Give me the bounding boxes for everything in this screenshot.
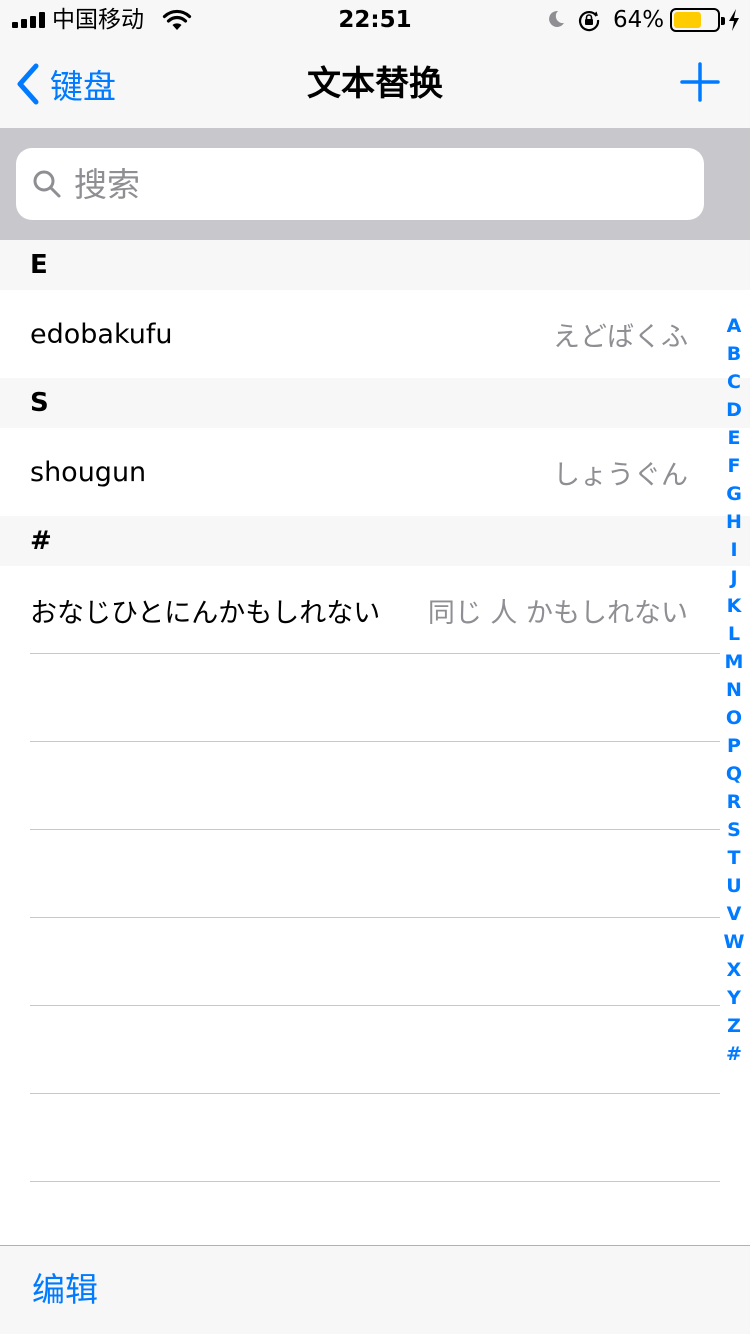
index-letter[interactable]: K <box>718 592 750 620</box>
orientation-lock-icon <box>578 11 600 32</box>
navigation-bar: 键盘 文本替换 <box>0 40 750 128</box>
search-input[interactable] <box>74 164 674 204</box>
index-letter[interactable]: U <box>718 872 750 900</box>
empty-row <box>0 918 750 1006</box>
shortcut-text: 同じ 人 かもしれない <box>427 597 688 629</box>
battery-percent: 64% <box>613 7 665 33</box>
battery-icon <box>670 8 725 32</box>
index-letter[interactable]: O <box>718 704 750 732</box>
index-letter[interactable]: I <box>718 536 750 564</box>
list-item[interactable]: shougun しょうぐん <box>0 428 750 516</box>
index-letter[interactable]: D <box>718 396 750 424</box>
index-letter[interactable]: V <box>718 900 750 928</box>
index-letter[interactable]: Y <box>718 984 750 1012</box>
text-replacement-list: E edobakufu えどばくふ S shougun しょうぐん # おなじひ… <box>0 240 750 1182</box>
index-letter[interactable]: # <box>718 1040 750 1068</box>
index-letter[interactable]: M <box>718 648 750 676</box>
empty-row <box>0 830 750 918</box>
section-header-s: S <box>0 378 750 428</box>
index-letter[interactable]: E <box>718 424 750 452</box>
index-letter[interactable]: B <box>718 340 750 368</box>
empty-row <box>0 1006 750 1094</box>
empty-row <box>0 654 750 742</box>
index-letter[interactable]: Q <box>718 760 750 788</box>
index-letter[interactable]: P <box>718 732 750 760</box>
edit-button[interactable]: 编辑 <box>32 1268 98 1312</box>
index-letter[interactable]: T <box>718 844 750 872</box>
shortcut-text: えどばくふ <box>553 321 688 353</box>
phrase-text: edobakufu <box>30 318 173 350</box>
section-index[interactable]: A B C D E F G H I J K L M N O P Q R S T U V W X Y Z # <box>718 312 750 1068</box>
charging-bolt-icon <box>729 9 739 31</box>
page-title: 文本替换 <box>307 64 443 104</box>
list-item[interactable]: edobakufu えどばくふ <box>0 290 750 378</box>
shortcut-text: しょうぐん <box>553 459 688 491</box>
status-bar: 中国移动 22:51 64% <box>0 0 750 40</box>
phrase-text: おなじひとにんかもしれない <box>30 597 381 629</box>
bottom-toolbar: 编辑 <box>0 1245 750 1334</box>
section-header-hash: # <box>0 516 750 566</box>
index-letter[interactable]: A <box>718 312 750 340</box>
index-letter[interactable]: H <box>718 508 750 536</box>
index-letter[interactable]: R <box>718 788 750 816</box>
index-letter[interactable]: F <box>718 452 750 480</box>
index-letter[interactable]: S <box>718 816 750 844</box>
search-bar[interactable] <box>16 148 704 220</box>
moon-icon <box>549 10 564 27</box>
index-letter[interactable]: L <box>718 620 750 648</box>
index-letter[interactable]: C <box>718 368 750 396</box>
index-letter[interactable]: W <box>718 928 750 956</box>
plus-icon[interactable] <box>678 60 722 104</box>
index-letter[interactable]: N <box>718 676 750 704</box>
phrase-text: shougun <box>30 456 147 488</box>
index-letter[interactable]: G <box>718 480 750 508</box>
list-item[interactable]: おなじひとにんかもしれない 同じ 人 かもしれない <box>0 566 750 654</box>
empty-row <box>0 742 750 830</box>
index-letter[interactable]: J <box>718 564 750 592</box>
index-letter[interactable]: Z <box>718 1012 750 1040</box>
section-header-e: E <box>0 240 750 290</box>
search-icon <box>33 170 61 198</box>
index-letter[interactable]: X <box>718 956 750 984</box>
search-area <box>0 128 750 240</box>
empty-row <box>0 1094 750 1182</box>
